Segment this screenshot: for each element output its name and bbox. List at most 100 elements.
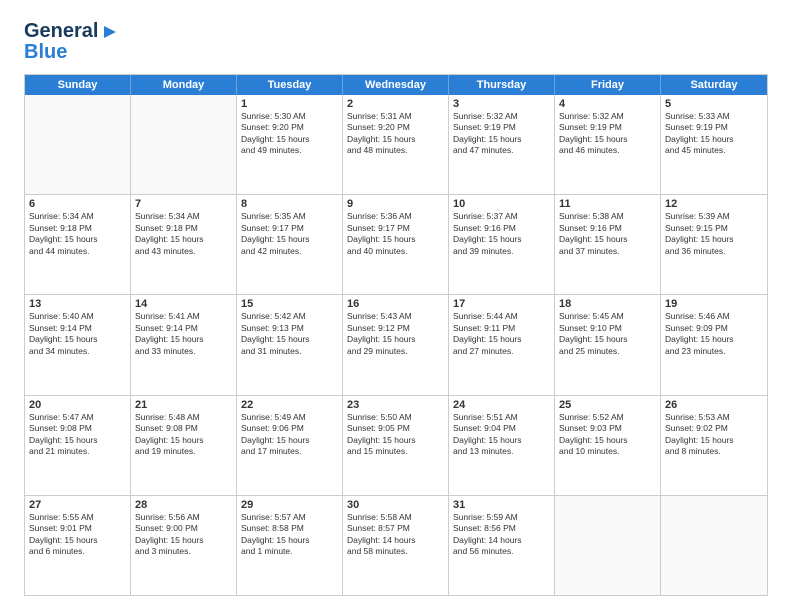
calendar: SundayMondayTuesdayWednesdayThursdayFrid…	[24, 74, 768, 596]
calendar-cell: 12Sunrise: 5:39 AM Sunset: 9:15 PM Dayli…	[661, 195, 767, 294]
cell-info: Sunrise: 5:34 AM Sunset: 9:18 PM Dayligh…	[135, 211, 232, 257]
day-number: 24	[453, 399, 550, 411]
weekday-header: Sunday	[25, 75, 131, 95]
weekday-header: Wednesday	[343, 75, 449, 95]
calendar-cell: 30Sunrise: 5:58 AM Sunset: 8:57 PM Dayli…	[343, 496, 449, 595]
logo: GeneralBlue	[24, 20, 120, 64]
logo-blue-word: Blue	[24, 41, 67, 64]
calendar-cell	[25, 95, 131, 194]
cell-info: Sunrise: 5:38 AM Sunset: 9:16 PM Dayligh…	[559, 211, 656, 257]
calendar-row: 13Sunrise: 5:40 AM Sunset: 9:14 PM Dayli…	[25, 294, 767, 394]
calendar-cell	[661, 496, 767, 595]
weekday-header: Monday	[131, 75, 237, 95]
day-number: 18	[559, 298, 656, 310]
logo-combined: General	[24, 20, 120, 43]
day-number: 12	[665, 198, 763, 210]
day-number: 21	[135, 399, 232, 411]
cell-info: Sunrise: 5:56 AM Sunset: 9:00 PM Dayligh…	[135, 512, 232, 558]
calendar-cell: 22Sunrise: 5:49 AM Sunset: 9:06 PM Dayli…	[237, 396, 343, 495]
calendar-cell: 23Sunrise: 5:50 AM Sunset: 9:05 PM Dayli…	[343, 396, 449, 495]
day-number: 17	[453, 298, 550, 310]
cell-info: Sunrise: 5:47 AM Sunset: 9:08 PM Dayligh…	[29, 412, 126, 458]
day-number: 13	[29, 298, 126, 310]
cell-info: Sunrise: 5:50 AM Sunset: 9:05 PM Dayligh…	[347, 412, 444, 458]
cell-info: Sunrise: 5:32 AM Sunset: 9:19 PM Dayligh…	[453, 111, 550, 157]
logo-triangle-icon	[100, 22, 120, 42]
cell-info: Sunrise: 5:40 AM Sunset: 9:14 PM Dayligh…	[29, 311, 126, 357]
calendar-cell: 24Sunrise: 5:51 AM Sunset: 9:04 PM Dayli…	[449, 396, 555, 495]
cell-info: Sunrise: 5:31 AM Sunset: 9:20 PM Dayligh…	[347, 111, 444, 157]
day-number: 3	[453, 98, 550, 110]
cell-info: Sunrise: 5:30 AM Sunset: 9:20 PM Dayligh…	[241, 111, 338, 157]
day-number: 14	[135, 298, 232, 310]
calendar-cell: 10Sunrise: 5:37 AM Sunset: 9:16 PM Dayli…	[449, 195, 555, 294]
calendar-cell: 3Sunrise: 5:32 AM Sunset: 9:19 PM Daylig…	[449, 95, 555, 194]
cell-info: Sunrise: 5:44 AM Sunset: 9:11 PM Dayligh…	[453, 311, 550, 357]
day-number: 15	[241, 298, 338, 310]
calendar-cell: 20Sunrise: 5:47 AM Sunset: 9:08 PM Dayli…	[25, 396, 131, 495]
weekday-header: Thursday	[449, 75, 555, 95]
cell-info: Sunrise: 5:34 AM Sunset: 9:18 PM Dayligh…	[29, 211, 126, 257]
cell-info: Sunrise: 5:53 AM Sunset: 9:02 PM Dayligh…	[665, 412, 763, 458]
calendar-cell: 29Sunrise: 5:57 AM Sunset: 8:58 PM Dayli…	[237, 496, 343, 595]
calendar-cell: 26Sunrise: 5:53 AM Sunset: 9:02 PM Dayli…	[661, 396, 767, 495]
cell-info: Sunrise: 5:43 AM Sunset: 9:12 PM Dayligh…	[347, 311, 444, 357]
day-number: 11	[559, 198, 656, 210]
day-number: 1	[241, 98, 338, 110]
day-number: 27	[29, 499, 126, 511]
day-number: 22	[241, 399, 338, 411]
day-number: 31	[453, 499, 550, 511]
day-number: 16	[347, 298, 444, 310]
cell-info: Sunrise: 5:51 AM Sunset: 9:04 PM Dayligh…	[453, 412, 550, 458]
cell-info: Sunrise: 5:59 AM Sunset: 8:56 PM Dayligh…	[453, 512, 550, 558]
day-number: 28	[135, 499, 232, 511]
calendar-cell: 1Sunrise: 5:30 AM Sunset: 9:20 PM Daylig…	[237, 95, 343, 194]
calendar-cell	[131, 95, 237, 194]
day-number: 20	[29, 399, 126, 411]
day-number: 8	[241, 198, 338, 210]
cell-info: Sunrise: 5:48 AM Sunset: 9:08 PM Dayligh…	[135, 412, 232, 458]
calendar-cell: 25Sunrise: 5:52 AM Sunset: 9:03 PM Dayli…	[555, 396, 661, 495]
calendar-cell: 18Sunrise: 5:45 AM Sunset: 9:10 PM Dayli…	[555, 295, 661, 394]
cell-info: Sunrise: 5:37 AM Sunset: 9:16 PM Dayligh…	[453, 211, 550, 257]
calendar-cell: 28Sunrise: 5:56 AM Sunset: 9:00 PM Dayli…	[131, 496, 237, 595]
logo-general-word: General	[24, 20, 98, 43]
page: GeneralBlue SundayMondayTuesdayWednesday…	[0, 0, 792, 612]
cell-info: Sunrise: 5:33 AM Sunset: 9:19 PM Dayligh…	[665, 111, 763, 157]
calendar-cell: 13Sunrise: 5:40 AM Sunset: 9:14 PM Dayli…	[25, 295, 131, 394]
cell-info: Sunrise: 5:36 AM Sunset: 9:17 PM Dayligh…	[347, 211, 444, 257]
cell-info: Sunrise: 5:42 AM Sunset: 9:13 PM Dayligh…	[241, 311, 338, 357]
calendar-cell: 9Sunrise: 5:36 AM Sunset: 9:17 PM Daylig…	[343, 195, 449, 294]
calendar-body: 1Sunrise: 5:30 AM Sunset: 9:20 PM Daylig…	[25, 95, 767, 595]
calendar-cell: 8Sunrise: 5:35 AM Sunset: 9:17 PM Daylig…	[237, 195, 343, 294]
day-number: 9	[347, 198, 444, 210]
calendar-cell: 5Sunrise: 5:33 AM Sunset: 9:19 PM Daylig…	[661, 95, 767, 194]
day-number: 5	[665, 98, 763, 110]
day-number: 29	[241, 499, 338, 511]
cell-info: Sunrise: 5:57 AM Sunset: 8:58 PM Dayligh…	[241, 512, 338, 558]
day-number: 26	[665, 399, 763, 411]
weekday-header: Saturday	[661, 75, 767, 95]
calendar-row: 20Sunrise: 5:47 AM Sunset: 9:08 PM Dayli…	[25, 395, 767, 495]
calendar-cell: 14Sunrise: 5:41 AM Sunset: 9:14 PM Dayli…	[131, 295, 237, 394]
cell-info: Sunrise: 5:32 AM Sunset: 9:19 PM Dayligh…	[559, 111, 656, 157]
cell-info: Sunrise: 5:55 AM Sunset: 9:01 PM Dayligh…	[29, 512, 126, 558]
calendar-cell: 19Sunrise: 5:46 AM Sunset: 9:09 PM Dayli…	[661, 295, 767, 394]
calendar-cell: 2Sunrise: 5:31 AM Sunset: 9:20 PM Daylig…	[343, 95, 449, 194]
calendar-row: 27Sunrise: 5:55 AM Sunset: 9:01 PM Dayli…	[25, 495, 767, 595]
calendar-cell: 15Sunrise: 5:42 AM Sunset: 9:13 PM Dayli…	[237, 295, 343, 394]
cell-info: Sunrise: 5:39 AM Sunset: 9:15 PM Dayligh…	[665, 211, 763, 257]
day-number: 6	[29, 198, 126, 210]
weekday-header: Tuesday	[237, 75, 343, 95]
cell-info: Sunrise: 5:52 AM Sunset: 9:03 PM Dayligh…	[559, 412, 656, 458]
weekday-header: Friday	[555, 75, 661, 95]
calendar-cell: 4Sunrise: 5:32 AM Sunset: 9:19 PM Daylig…	[555, 95, 661, 194]
calendar-cell: 31Sunrise: 5:59 AM Sunset: 8:56 PM Dayli…	[449, 496, 555, 595]
calendar-cell	[555, 496, 661, 595]
calendar-cell: 11Sunrise: 5:38 AM Sunset: 9:16 PM Dayli…	[555, 195, 661, 294]
calendar-row: 6Sunrise: 5:34 AM Sunset: 9:18 PM Daylig…	[25, 194, 767, 294]
calendar-cell: 17Sunrise: 5:44 AM Sunset: 9:11 PM Dayli…	[449, 295, 555, 394]
calendar-cell: 16Sunrise: 5:43 AM Sunset: 9:12 PM Dayli…	[343, 295, 449, 394]
calendar-row: 1Sunrise: 5:30 AM Sunset: 9:20 PM Daylig…	[25, 95, 767, 194]
cell-info: Sunrise: 5:46 AM Sunset: 9:09 PM Dayligh…	[665, 311, 763, 357]
